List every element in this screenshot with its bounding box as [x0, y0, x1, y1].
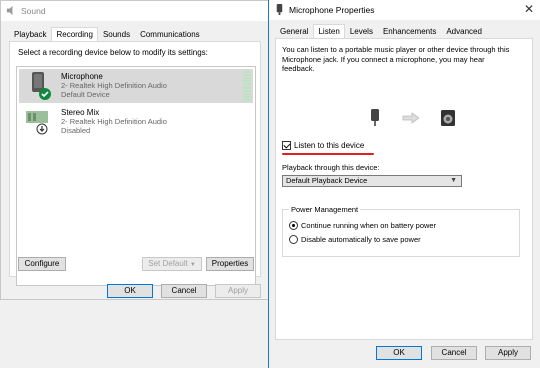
chevron-down-icon: ▼ [450, 177, 457, 184]
microphone-properties-window: Microphone Properties ✕ General Listen L… [268, 0, 540, 368]
device-driver: 2- Realtek High Definition Audio [61, 117, 167, 126]
listen-checkbox-row[interactable]: Listen to this device [282, 139, 364, 151]
sound-ok-button[interactable]: OK [107, 284, 153, 298]
configure-button[interactable]: Configure [18, 257, 66, 271]
sound-titlebar[interactable]: Sound [1, 1, 269, 21]
listen-visual [368, 109, 468, 127]
tab-levels[interactable]: Levels [345, 24, 378, 38]
device-driver: 2- Realtek High Definition Audio [61, 81, 167, 90]
set-default-label: Set Default [148, 259, 188, 268]
listen-checkbox[interactable] [282, 140, 291, 150]
sound-tabs: Playback Recording Sounds Communications [9, 27, 205, 42]
set-default-button[interactable]: Set Default ▼ [142, 257, 202, 271]
listen-panel: You can listen to a portable music playe… [275, 38, 533, 340]
tab-sounds[interactable]: Sounds [98, 27, 135, 41]
tab-recording[interactable]: Recording [51, 27, 98, 42]
device-name: Stereo Mix [61, 108, 100, 117]
playback-device-value: Default Playback Device [286, 176, 368, 185]
playback-device-select[interactable]: Default Playback Device ▼ [282, 175, 462, 187]
mic-ok-button[interactable]: OK [376, 346, 422, 360]
mic-tabs: General Listen Levels Enhancements Advan… [275, 24, 487, 39]
radio-label: Continue running when on battery power [301, 220, 437, 230]
chevron-down-icon: ▼ [189, 262, 196, 268]
power-management-group: Power Management Continue running when o… [282, 205, 520, 257]
device-status: Disabled [61, 126, 91, 135]
stereo-mix-icon [26, 111, 48, 135]
speaker-icon [6, 5, 13, 16]
microphone-icon [276, 4, 283, 15]
microphone-icon [32, 72, 51, 100]
device-name: Microphone [61, 72, 103, 81]
mic-apply-button[interactable]: Apply [485, 346, 531, 360]
arrow-icon [402, 112, 420, 124]
microphone-icon [371, 109, 379, 126]
annotation-underline [282, 153, 374, 155]
device-stereo-mix[interactable]: Stereo Mix 2- Realtek High Definition Au… [19, 105, 253, 139]
device-list: Microphone 2- Realtek High Definition Au… [16, 66, 256, 286]
close-icon[interactable]: ✕ [524, 2, 534, 16]
tab-enhancements[interactable]: Enhancements [378, 24, 441, 38]
radio-button[interactable] [289, 234, 298, 244]
tab-general[interactable]: General [275, 24, 313, 38]
listen-checkbox-label: Listen to this device [294, 140, 365, 150]
playback-label: Playback through this device: [282, 163, 380, 172]
level-meter [243, 71, 251, 101]
device-status: Default Device [61, 90, 110, 99]
sound-title: Sound [21, 6, 46, 16]
listen-description: You can listen to a portable music playe… [282, 45, 510, 73]
mic-cancel-button[interactable]: Cancel [431, 346, 477, 360]
radio-disable-automatically[interactable]: Disable automatically to save power [289, 234, 421, 244]
recording-instruction: Select a recording device below to modif… [18, 48, 208, 57]
radio-button[interactable] [289, 220, 298, 230]
radio-continue-running[interactable]: Continue running when on battery power [289, 220, 436, 230]
speaker-output-icon [441, 110, 455, 126]
power-management-legend: Power Management [289, 205, 361, 214]
tab-communications[interactable]: Communications [135, 27, 205, 41]
sound-apply-button[interactable]: Apply [215, 284, 261, 298]
tab-advanced[interactable]: Advanced [441, 24, 487, 38]
recording-panel: Select a recording device below to modif… [9, 41, 261, 286]
tab-listen[interactable]: Listen [313, 24, 345, 39]
radio-label: Disable automatically to save power [301, 234, 421, 244]
mic-title: Microphone Properties [289, 5, 375, 15]
sound-cancel-button[interactable]: Cancel [161, 284, 207, 298]
sound-window: Sound Playback Recording Sounds Communic… [0, 0, 270, 300]
properties-button[interactable]: Properties [206, 257, 254, 271]
tab-playback[interactable]: Playback [9, 27, 51, 41]
device-microphone[interactable]: Microphone 2- Realtek High Definition Au… [19, 69, 253, 103]
mic-titlebar[interactable]: Microphone Properties ✕ [269, 0, 540, 20]
